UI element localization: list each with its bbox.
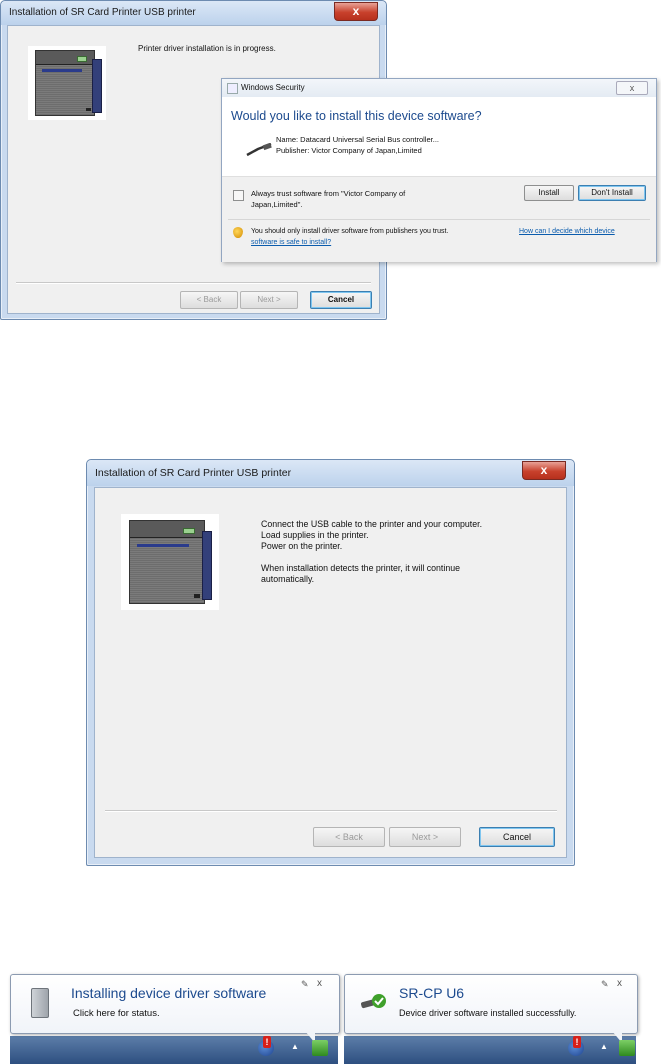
title-bar[interactable]: Installation of SR Card Printer USB prin… <box>87 460 574 486</box>
shield-icon <box>227 83 238 94</box>
divider <box>105 810 557 812</box>
window-title: Installation of SR Card Printer USB prin… <box>9 7 196 18</box>
notification-balloon-success[interactable]: SR-CP U6 Device driver software installe… <box>344 974 638 1034</box>
close-button[interactable]: x <box>522 461 566 480</box>
balloon-title: Installing device driver software <box>71 985 267 1001</box>
dialog-title: Windows Security <box>241 83 305 92</box>
notification-balloon-installing[interactable]: Installing device driver software Click … <box>10 974 340 1034</box>
cancel-button[interactable]: Cancel <box>310 291 372 309</box>
printer-image <box>28 46 106 120</box>
pin-icon[interactable]: ✎ <box>301 979 309 990</box>
pin-icon[interactable]: ✎ <box>601 979 609 990</box>
taskbar-left <box>10 1036 338 1064</box>
dont-install-button[interactable]: Don't Install <box>578 185 646 201</box>
balloon-title: SR-CP U6 <box>399 985 465 1001</box>
instruction-power-on: Power on the printer. <box>261 541 343 551</box>
instruction-connect-cable: Connect the USB cable to the printer and… <box>261 519 483 529</box>
always-trust-label-line2: Japan,Limited". <box>251 200 303 209</box>
help-link-line1[interactable]: How can I decide which device <box>519 228 615 235</box>
instruction-load-supplies: Load supplies in the printer. <box>261 530 369 540</box>
next-button[interactable]: Next > <box>240 291 298 309</box>
tray-expand-icon[interactable]: ▲ <box>600 1042 608 1051</box>
device-tray-icon[interactable] <box>619 1040 635 1056</box>
dialog-close-button[interactable]: x <box>616 81 648 95</box>
warning-message: You should only install driver software … <box>251 228 449 235</box>
taskbar-right <box>344 1036 636 1064</box>
action-center-alert-icon[interactable]: ! <box>258 1036 274 1056</box>
back-button[interactable]: < Back <box>313 827 385 847</box>
device-publisher: Publisher: Victor Company of Japan,Limit… <box>276 146 422 155</box>
install-button[interactable]: Install <box>524 185 574 201</box>
windows-security-dialog: Windows Security x Would you like to ins… <box>221 78 657 262</box>
device-name: Name: Datacard Universal Serial Bus cont… <box>276 135 439 144</box>
help-link-line2[interactable]: software is safe to install? <box>251 239 331 246</box>
close-button[interactable]: x <box>334 2 378 21</box>
dialog-divider <box>228 219 650 220</box>
balloon-status-link[interactable]: Click here for status. <box>73 1008 160 1019</box>
printer-icon <box>129 520 212 604</box>
progress-message: Printer driver installation is in progre… <box>138 44 276 53</box>
action-center-alert-icon[interactable]: ! <box>568 1036 584 1056</box>
window-title: Installation of SR Card Printer USB prin… <box>95 467 292 479</box>
usb-device-icon <box>246 142 272 160</box>
back-button[interactable]: < Back <box>180 291 238 309</box>
balloon-message: Device driver software installed success… <box>399 1008 577 1018</box>
printer-icon <box>35 50 102 116</box>
balloon-close-icon[interactable]: x <box>617 978 622 989</box>
printer-image <box>121 514 219 610</box>
divider <box>16 282 371 284</box>
installer-window-connect: Installation of SR Card Printer USB prin… <box>86 459 575 866</box>
title-bar[interactable]: Installation of SR Card Printer USB prin… <box>1 1 386 25</box>
device-tray-icon[interactable] <box>312 1040 328 1056</box>
device-installer-icon <box>31 988 49 1018</box>
cancel-button[interactable]: Cancel <box>479 827 555 847</box>
always-trust-checkbox[interactable] <box>233 190 244 201</box>
tray-expand-icon[interactable]: ▲ <box>291 1042 299 1051</box>
dialog-title-bar[interactable]: Windows Security x <box>222 79 656 97</box>
usb-device-success-icon <box>359 993 389 1014</box>
install-question: Would you like to install this device so… <box>231 109 482 123</box>
always-trust-label-line1: Always trust software from "Victor Compa… <box>251 189 406 198</box>
instruction-continue-line2: automatically. <box>261 574 315 584</box>
next-button[interactable]: Next > <box>389 827 461 847</box>
balloon-close-icon[interactable]: x <box>317 978 322 989</box>
window-client-area: Connect the USB cable to the printer and… <box>94 487 567 858</box>
instruction-continue-line1: When installation detects the printer, i… <box>261 563 461 573</box>
